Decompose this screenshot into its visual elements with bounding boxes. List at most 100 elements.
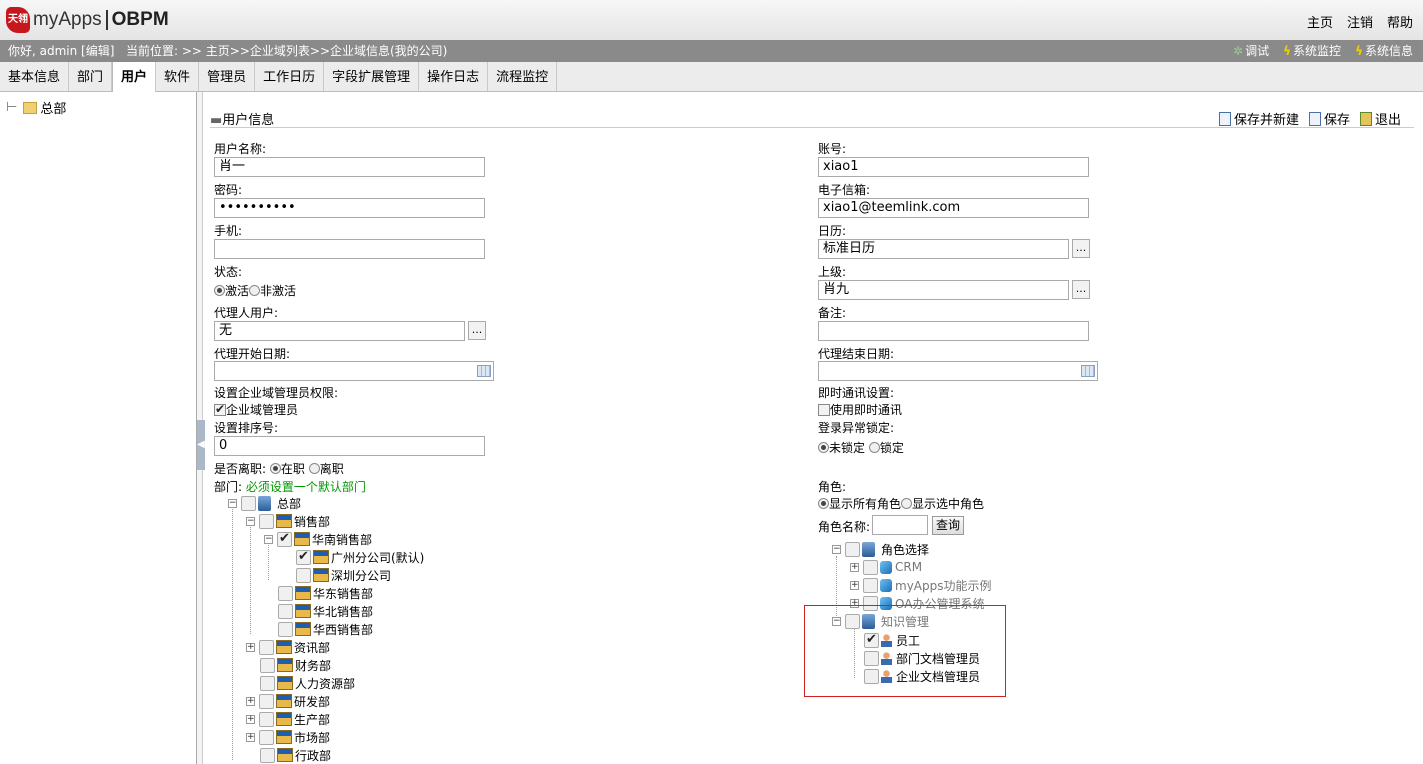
proxy-input[interactable]: 无 bbox=[214, 321, 465, 341]
resign-on-radio[interactable] bbox=[269, 463, 281, 474]
proxy-picker-button[interactable]: ... bbox=[468, 321, 486, 340]
help-link[interactable]: 帮助 bbox=[1387, 12, 1413, 31]
lock-unlocked-radio[interactable] bbox=[818, 442, 829, 453]
exit-button[interactable]: 退出 bbox=[1359, 109, 1401, 128]
tree-checkbox[interactable] bbox=[260, 747, 275, 763]
tree-checkbox[interactable] bbox=[278, 621, 293, 637]
dept-node-south[interactable]: − 华南销售部 bbox=[264, 530, 372, 548]
tree-checkbox[interactable] bbox=[259, 729, 274, 745]
account-input[interactable]: xiao1 bbox=[818, 157, 1089, 177]
im-checkbox[interactable] bbox=[818, 404, 830, 416]
tree-checkbox[interactable] bbox=[260, 675, 275, 691]
dept-node-label: 研发部 bbox=[294, 694, 331, 709]
tab-users[interactable]: 用户 bbox=[112, 62, 157, 92]
dept-node-finance[interactable]: 财务部 bbox=[260, 656, 331, 674]
email-input[interactable]: xiao1@teemlink.com bbox=[818, 198, 1089, 218]
sort-input[interactable]: 0 bbox=[214, 436, 485, 456]
remark-input[interactable] bbox=[818, 321, 1089, 341]
dept-node-info[interactable]: + 资讯部 bbox=[246, 638, 330, 656]
system-monitor-link[interactable]: ϟ 系统监控 bbox=[1283, 40, 1341, 62]
tree-checkbox[interactable] bbox=[863, 559, 878, 575]
debug-link[interactable]: ✲ 调试 bbox=[1233, 40, 1269, 62]
tree-checkbox[interactable] bbox=[296, 549, 311, 565]
role-node-myapps[interactable]: + myApps功能示例 bbox=[850, 576, 992, 594]
tab-admins[interactable]: 管理员 bbox=[199, 62, 256, 91]
tree-checkbox[interactable] bbox=[259, 639, 274, 655]
superior-picker-button[interactable]: ... bbox=[1072, 280, 1090, 299]
status-active-radio[interactable] bbox=[214, 285, 225, 296]
username-input[interactable]: 肖一 bbox=[214, 157, 485, 177]
exit-icon bbox=[1359, 111, 1372, 126]
calendar-icon[interactable] bbox=[1081, 365, 1095, 377]
logout-link[interactable]: 注销 bbox=[1347, 12, 1373, 31]
dept-node-shenzhen[interactable]: 深圳分公司 bbox=[296, 566, 391, 584]
proxy-end-input[interactable] bbox=[818, 361, 1098, 381]
save-button[interactable]: 保存 bbox=[1308, 109, 1350, 128]
expand-icon[interactable]: + bbox=[850, 580, 859, 590]
role-tree-root[interactable]: − 角色选择 bbox=[832, 540, 929, 558]
tab-flow-monitor[interactable]: 流程监控 bbox=[488, 62, 558, 91]
collapse-icon[interactable]: − bbox=[832, 544, 841, 554]
expand-icon[interactable]: + bbox=[246, 696, 255, 706]
role-show-all-radio[interactable] bbox=[818, 498, 829, 509]
department-hint: 必须设置一个默认部门 bbox=[245, 480, 366, 494]
user-greeting[interactable]: 你好, admin [编辑] bbox=[8, 40, 114, 62]
dept-node-production[interactable]: + 生产部 bbox=[246, 710, 330, 728]
admin-permission-checkbox[interactable] bbox=[214, 402, 226, 416]
computer-icon bbox=[862, 541, 875, 557]
dept-node-east[interactable]: 华东销售部 bbox=[278, 584, 373, 602]
tab-operation-log[interactable]: 操作日志 bbox=[419, 62, 489, 91]
calendar-picker-button[interactable]: ... bbox=[1072, 239, 1090, 258]
calendar-input[interactable]: 标准日历 bbox=[818, 239, 1069, 259]
left-tree-root[interactable]: ⊢ 总部 bbox=[6, 98, 66, 117]
collapse-icon[interactable]: − bbox=[246, 516, 255, 526]
save-and-new-button[interactable]: 保存并新建 bbox=[1218, 109, 1299, 128]
collapse-icon[interactable]: − bbox=[228, 498, 237, 508]
dept-node-guangzhou[interactable]: 广州分公司(默认) bbox=[296, 548, 424, 566]
status-inactive-label: 非激活 bbox=[260, 284, 297, 298]
calendar-icon[interactable] bbox=[477, 365, 491, 377]
tab-field-extension[interactable]: 字段扩展管理 bbox=[324, 62, 420, 91]
superior-input[interactable]: 肖九 bbox=[818, 280, 1069, 300]
tree-checkbox[interactable] bbox=[259, 711, 274, 727]
role-node-crm[interactable]: + CRM bbox=[850, 558, 922, 576]
tab-departments[interactable]: 部门 bbox=[69, 62, 113, 91]
resign-off-radio[interactable] bbox=[308, 463, 320, 474]
dept-node-rd[interactable]: + 研发部 bbox=[246, 692, 330, 710]
query-button[interactable]: 查询 bbox=[932, 516, 965, 535]
status-inactive-radio[interactable] bbox=[249, 285, 261, 296]
tree-checkbox[interactable] bbox=[278, 603, 293, 619]
home-link[interactable]: 主页 bbox=[1307, 12, 1333, 31]
password-input[interactable]: •••••••••• bbox=[214, 198, 485, 218]
dept-node-sales[interactable]: − 销售部 bbox=[246, 512, 330, 530]
mobile-input[interactable] bbox=[214, 239, 485, 259]
tree-checkbox[interactable] bbox=[277, 531, 292, 547]
dept-node-hr[interactable]: 人力资源部 bbox=[260, 674, 355, 692]
tree-checkbox[interactable] bbox=[241, 495, 256, 511]
tree-checkbox[interactable] bbox=[259, 513, 274, 529]
tree-checkbox[interactable] bbox=[260, 657, 275, 673]
tree-checkbox[interactable] bbox=[863, 577, 878, 593]
tree-checkbox[interactable] bbox=[278, 585, 293, 601]
lock-locked-radio[interactable] bbox=[868, 442, 880, 453]
dept-node-west[interactable]: 华西销售部 bbox=[278, 620, 373, 638]
tree-checkbox[interactable] bbox=[296, 567, 311, 583]
tab-basic-info[interactable]: 基本信息 bbox=[0, 62, 70, 91]
expand-icon[interactable]: + bbox=[850, 562, 859, 572]
expand-icon[interactable]: + bbox=[246, 642, 255, 652]
expand-icon[interactable]: + bbox=[246, 714, 255, 724]
tab-software[interactable]: 软件 bbox=[156, 62, 200, 91]
tree-checkbox[interactable] bbox=[845, 541, 860, 557]
system-info-link[interactable]: ϟ 系统信息 bbox=[1355, 40, 1413, 62]
dept-node-market[interactable]: + 市场部 bbox=[246, 728, 330, 746]
tree-checkbox[interactable] bbox=[259, 693, 274, 709]
role-name-input[interactable] bbox=[872, 515, 928, 535]
dept-node-admin[interactable]: 行政部 bbox=[260, 746, 331, 764]
collapse-icon[interactable]: − bbox=[264, 534, 273, 544]
tab-work-calendar[interactable]: 工作日历 bbox=[255, 62, 325, 91]
role-show-selected-radio[interactable] bbox=[901, 498, 913, 509]
dept-node-north[interactable]: 华北销售部 bbox=[278, 602, 373, 620]
proxy-start-input[interactable] bbox=[214, 361, 494, 381]
expand-icon[interactable]: + bbox=[246, 732, 255, 742]
dept-tree-root[interactable]: − 总部 bbox=[228, 494, 301, 512]
